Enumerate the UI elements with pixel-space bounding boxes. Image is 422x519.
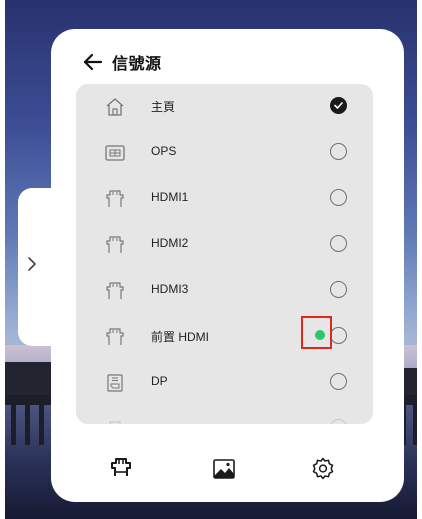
checkmark-icon xyxy=(334,102,343,109)
settings-gear-icon[interactable] xyxy=(310,456,336,482)
radio-unselected[interactable] xyxy=(330,281,347,298)
source-label: DP xyxy=(151,374,168,388)
source-item-ops[interactable]: OPS xyxy=(76,130,373,176)
source-label: HDMI3 xyxy=(151,282,189,296)
hdmi-port-icon xyxy=(106,190,124,207)
hdmi-port-icon xyxy=(106,236,124,253)
radio-selected[interactable] xyxy=(330,97,347,114)
source-list: 主頁 OPS HDMI1 HDMI2 HDMI3 前置 HDMI DP xyxy=(76,84,373,424)
source-item-hdmi3[interactable]: HDMI3 xyxy=(76,268,373,314)
source-label: HDMI2 xyxy=(151,236,189,250)
port-icon xyxy=(109,421,121,424)
radio-unselected[interactable] xyxy=(330,235,347,252)
hdmi-port-icon xyxy=(106,282,124,299)
panel-header: 信號源 xyxy=(82,48,162,76)
pier-post xyxy=(39,400,44,445)
input-source-icon[interactable] xyxy=(108,456,134,482)
radio-unselected[interactable] xyxy=(330,143,347,160)
page-title: 信號源 xyxy=(112,56,162,73)
source-item-home[interactable]: 主頁 xyxy=(76,84,373,130)
radio-unselected[interactable] xyxy=(330,327,347,344)
radio-unselected[interactable] xyxy=(330,373,347,390)
source-label: 前置 HDMI xyxy=(151,330,209,344)
back-arrow-icon[interactable] xyxy=(82,51,104,73)
pier-post xyxy=(413,400,417,445)
pier-post xyxy=(25,400,30,445)
source-item-hdmi2[interactable]: HDMI2 xyxy=(76,222,373,268)
source-label: HDMI1 xyxy=(151,190,189,204)
radio-unselected[interactable] xyxy=(330,189,347,206)
source-label: OPS xyxy=(151,144,177,158)
displayport-icon xyxy=(107,374,123,392)
radio-unselected[interactable] xyxy=(330,419,347,424)
image-icon[interactable] xyxy=(211,456,237,482)
home-icon xyxy=(106,98,124,116)
source-label: 主頁 xyxy=(151,100,176,114)
source-item-hdmi1[interactable]: HDMI1 xyxy=(76,176,373,222)
annotation-highlight-box xyxy=(301,316,332,349)
source-item-partial[interactable] xyxy=(76,406,373,424)
pier-post xyxy=(11,400,16,445)
hdmi-port-icon xyxy=(106,328,124,345)
source-item-dp[interactable]: DP xyxy=(76,360,373,406)
chevron-right-icon xyxy=(28,257,36,271)
bottom-toolbar xyxy=(51,444,404,494)
ops-module-icon xyxy=(105,145,125,161)
